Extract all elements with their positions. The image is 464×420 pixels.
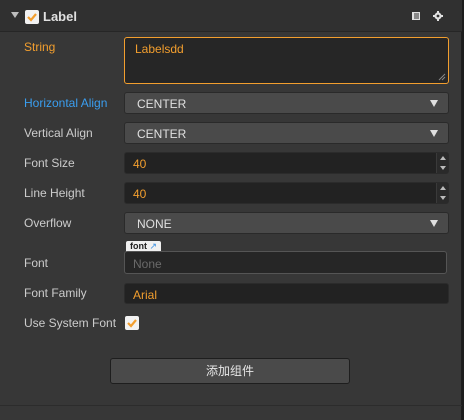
- font-size-label: Font Size: [24, 156, 75, 170]
- collapse-arrow-icon[interactable]: [11, 12, 19, 18]
- dropdown-arrow-icon: [430, 220, 438, 227]
- stepper-up-icon[interactable]: [440, 156, 446, 160]
- line-height-stepper[interactable]: [436, 183, 448, 203]
- string-label: String: [24, 40, 56, 54]
- overflow-select[interactable]: NONE: [124, 212, 449, 234]
- dropdown-arrow-icon: [430, 100, 438, 107]
- inspector-panel: Label String Labelsdd Horizontal Align C…: [0, 0, 462, 420]
- dropdown-arrow-icon: [430, 130, 438, 137]
- book-icon[interactable]: [411, 11, 421, 21]
- gear-icon[interactable]: [433, 11, 443, 21]
- component-title: Label: [43, 9, 77, 24]
- component-header[interactable]: Label: [0, 0, 462, 32]
- overflow-value: NONE: [137, 217, 172, 231]
- line-height-input[interactable]: 40: [124, 182, 449, 204]
- use-system-font-label: Use System Font: [24, 316, 117, 330]
- vertical-align-label: Vertical Align: [24, 126, 93, 140]
- font-asset-placeholder: None: [133, 257, 162, 271]
- stepper-down-icon[interactable]: [440, 196, 446, 200]
- vertical-align-value: CENTER: [137, 127, 187, 141]
- line-height-value: 40: [133, 187, 147, 201]
- font-asset-field[interactable]: None: [124, 251, 447, 274]
- checkmark-icon: [127, 319, 137, 328]
- stepper-down-icon[interactable]: [440, 166, 446, 170]
- string-textarea[interactable]: Labelsdd: [124, 37, 449, 84]
- font-size-value: 40: [133, 157, 147, 171]
- checkmark-icon: [27, 13, 37, 22]
- overflow-label: Overflow: [24, 216, 72, 230]
- font-label: Font: [24, 256, 49, 270]
- resize-grip-icon[interactable]: [438, 73, 446, 81]
- horizontal-align-select[interactable]: CENTER: [124, 92, 449, 114]
- font-size-stepper[interactable]: [436, 153, 448, 173]
- horizontal-align-value: CENTER: [137, 97, 187, 111]
- component-enabled-checkbox[interactable]: [25, 10, 39, 24]
- font-asset-tag-label: font: [130, 241, 147, 251]
- stepper-up-icon[interactable]: [440, 186, 446, 190]
- divider: [0, 405, 462, 406]
- string-value: Labelsdd: [135, 42, 184, 56]
- external-link-icon[interactable]: ↗: [150, 241, 158, 251]
- add-component-button[interactable]: 添加组件: [110, 358, 350, 384]
- vertical-align-select[interactable]: CENTER: [124, 122, 449, 144]
- font-family-input[interactable]: Arial: [124, 283, 449, 304]
- line-height-label: Line Height: [24, 186, 85, 200]
- horizontal-align-label: Horizontal Align: [24, 96, 108, 110]
- font-family-value: Arial: [133, 288, 158, 302]
- use-system-font-checkbox[interactable]: [125, 316, 139, 330]
- font-family-label: Font Family: [24, 286, 87, 300]
- font-size-input[interactable]: 40: [124, 152, 449, 174]
